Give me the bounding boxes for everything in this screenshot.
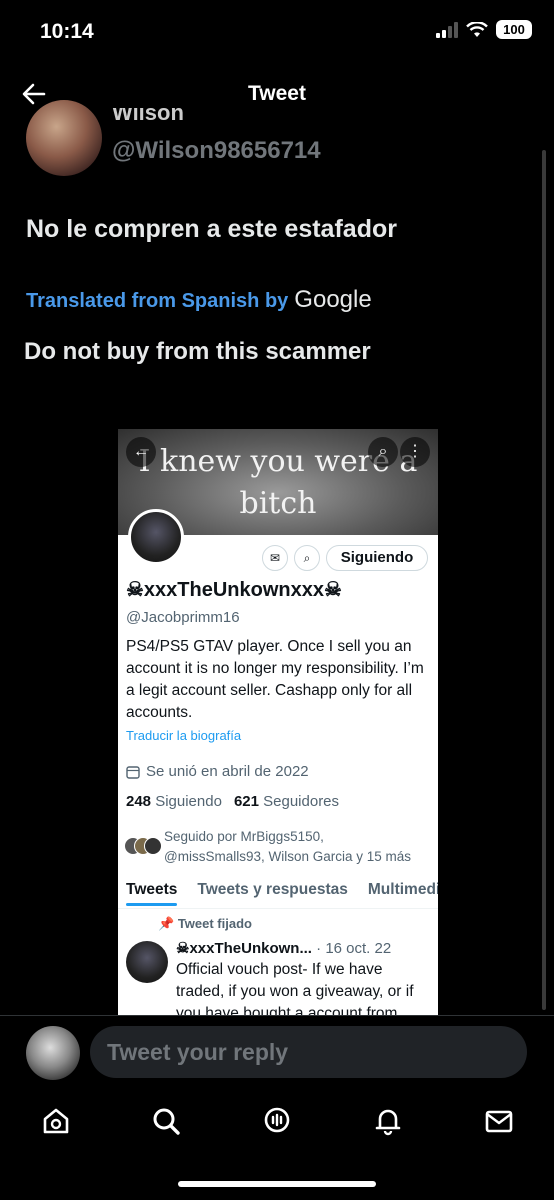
following-stat: 248 Siguiendo xyxy=(126,793,222,810)
joined-text: Se unió en abril de 2022 xyxy=(146,763,309,780)
banner-back-icon: ← xyxy=(126,437,156,467)
banner-more-icon: ⋮ xyxy=(400,437,430,467)
notifications-icon[interactable] xyxy=(372,1105,404,1137)
pinned-tweet-name: ☠xxxTheUnkown... xyxy=(176,940,312,957)
signal-icon xyxy=(436,21,458,38)
pinned-tweet-text: Official vouch post- If we have traded, … xyxy=(176,961,414,1015)
profile-joined: Se unió en abril de 2022 xyxy=(126,763,309,780)
following-count: 248 xyxy=(126,793,152,810)
followed-by-line1: Seguido por MrBiggs5150, xyxy=(164,829,324,844)
mail-icon: ✉ xyxy=(262,545,288,571)
wifi-icon xyxy=(466,21,488,37)
followed-by-line2: @missSmalls93, Wilson Garcia y 15 más xyxy=(164,849,412,864)
pinned-tweet-avatar xyxy=(126,941,168,983)
following-button: Siguiendo xyxy=(326,545,428,571)
home-icon[interactable] xyxy=(40,1105,72,1137)
pin-icon: 📌 xyxy=(158,916,175,931)
following-label: Siguiendo xyxy=(155,793,222,810)
google-logo: Google xyxy=(294,286,372,313)
tab-tweets-replies: Tweets y respuestas xyxy=(197,881,348,898)
pinned-tweet-header: ☠xxxTheUnkown... · 16 oct. 22 xyxy=(176,939,391,957)
pinned-label: 📌 Tweet fijado xyxy=(158,916,252,932)
status-time: 10:14 xyxy=(40,20,94,43)
tab-media: Multimedia xyxy=(367,881,438,898)
scrollbar[interactable] xyxy=(542,150,546,1010)
battery-indicator: 100 xyxy=(496,20,532,39)
tweet-media-image[interactable]: I knew you were a bitch ← ⌕ ⋮ ✉ ⌕ Siguie… xyxy=(118,429,438,1015)
pinned-label-text: Tweet fijado xyxy=(177,916,252,931)
calendar-icon xyxy=(126,765,140,779)
reply-input[interactable]: Tweet your reply xyxy=(90,1026,527,1078)
author-avatar[interactable] xyxy=(26,100,102,176)
banner-search-icon: ⌕ xyxy=(368,437,398,467)
tabs-divider xyxy=(118,908,438,909)
followers-stat: 621 Seguidores xyxy=(234,793,339,810)
page-title: Tweet xyxy=(248,82,306,105)
followed-by-text: Seguido por MrBiggs5150, @missSmalls93, … xyxy=(164,827,411,867)
home-indicator[interactable] xyxy=(178,1181,376,1187)
followed-by-avatars xyxy=(124,837,164,857)
messages-icon[interactable] xyxy=(483,1105,515,1137)
status-icons: 100 xyxy=(436,20,532,39)
profile-stats: 248 Siguiendo 621 Seguidores xyxy=(126,793,339,810)
translated-text: Do not buy from this scammer xyxy=(24,338,371,365)
followers-label: Seguidores xyxy=(263,793,340,810)
spaces-icon[interactable] xyxy=(261,1105,293,1137)
translate-bio-link: Traducir la biografía xyxy=(126,728,242,743)
status-bar: 10:14 100 xyxy=(0,0,554,64)
tweet-text: No le compren a este estafador xyxy=(26,215,397,243)
translated-label[interactable]: Translated from Spanish by xyxy=(26,290,288,313)
pinned-tweet-date: · 16 oct. 22 xyxy=(316,940,392,957)
followers-count: 621 xyxy=(233,793,259,810)
author-name[interactable]: Wilson xyxy=(112,108,184,124)
profile-handle: @Jacobprimm16 xyxy=(126,609,240,626)
profile-avatar xyxy=(128,509,184,565)
notification-bell-icon: ⌕ xyxy=(294,545,320,571)
tab-tweets: Tweets xyxy=(126,881,178,906)
profile-tabs: Tweets Tweets y respuestas Multimedia xyxy=(118,881,438,906)
search-icon[interactable] xyxy=(150,1105,182,1137)
profile-name: ☠xxxTheUnkownxxx☠ xyxy=(126,579,342,601)
translation-attribution[interactable]: Translated from Spanish by Google xyxy=(26,286,372,314)
author-handle[interactable]: @Wilson98656714 xyxy=(112,137,321,165)
user-avatar[interactable] xyxy=(26,1026,80,1080)
profile-bio: PS4/PS5 GTAV player. Once I sell you an … xyxy=(126,638,424,721)
